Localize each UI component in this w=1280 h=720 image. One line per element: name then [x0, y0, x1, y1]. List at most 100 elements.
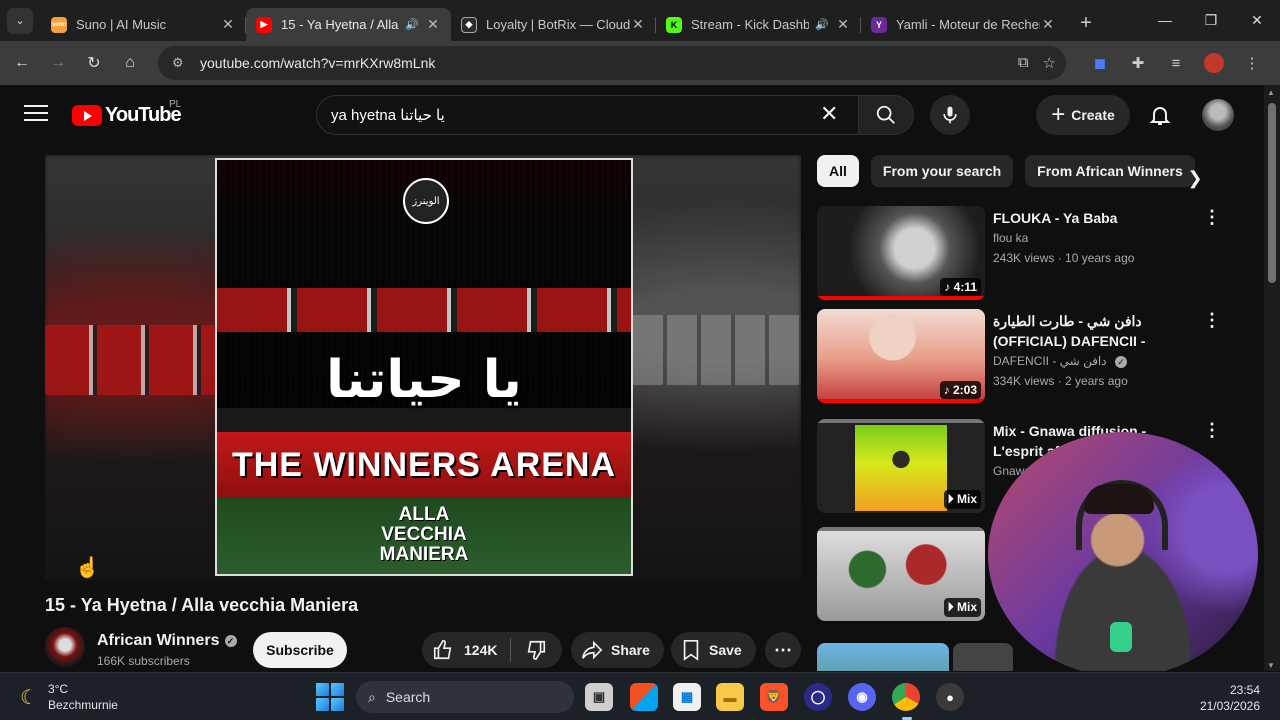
browser-tab-youtube[interactable]: ▶ 15 - Ya Hyetna / Alla vecchia 🔊 ✕ [246, 8, 451, 41]
close-tab-icon[interactable]: ✕ [835, 16, 851, 33]
chevron-right-icon[interactable]: ❯ [1180, 163, 1210, 193]
taskbar-search[interactable]: ⌕ Search [356, 681, 574, 713]
close-tab-icon[interactable]: ✕ [630, 16, 646, 33]
kebab-menu-icon[interactable]: ⋮ [1202, 208, 1222, 232]
minimize-icon[interactable]: — [1142, 0, 1188, 40]
video-thumbnail[interactable]: ⏵ Mix [817, 527, 985, 621]
chip-from-your-search[interactable]: From your search [870, 155, 1014, 187]
recommendation-item[interactable]: ♪ 2:03 دافن شي - طارت الطيارة (OFFICIAL)… [817, 309, 1237, 403]
profile-icon[interactable] [1198, 47, 1230, 79]
speaker-icon[interactable]: 🔊 [815, 18, 829, 31]
kebab-menu-icon[interactable]: ⋮ [1202, 311, 1222, 335]
kebab-menu-icon[interactable]: ⋮ [1202, 421, 1222, 445]
moon-icon: ☾ [20, 686, 38, 709]
shield-extension-icon[interactable]: ◼ [1084, 47, 1116, 79]
menu-kebab-icon[interactable]: ⋮ [1236, 47, 1268, 79]
video-thumbnail[interactable]: ♪ 4:11 [817, 206, 985, 300]
weather-widget[interactable]: ☾ 3°C Bezchmurnie [20, 681, 118, 713]
more-actions-button[interactable]: ⋯ [765, 632, 801, 668]
browser-tab-botrix[interactable]: ◆ Loyalty | BotRix — Cloud ✕ [451, 8, 656, 41]
channel-name-link[interactable]: African Winners ✓ [97, 632, 237, 650]
extensions-puzzle-icon[interactable]: ✚ [1122, 47, 1154, 79]
chrome-icon[interactable] [892, 683, 920, 711]
browser-tab-yamli[interactable]: Y Yamli - Moteur de Recherche ✕ [861, 8, 1066, 41]
close-tab-icon[interactable]: ✕ [220, 16, 236, 33]
channel-avatar[interactable] [45, 627, 85, 667]
discord-icon[interactable]: ◉ [848, 683, 876, 711]
back-icon[interactable]: ← [4, 45, 40, 81]
youtube-logo[interactable]: YouTube PL [72, 99, 182, 127]
file-explorer-icon[interactable]: ▬ [716, 683, 744, 711]
recommendation-item[interactable]: ♪ 4:11 FLOUKA - Ya Baba flou ka 243K vie… [817, 206, 1237, 300]
tab-search-button[interactable]: ⌄ [7, 7, 33, 34]
reload-icon[interactable]: ↻ [76, 45, 112, 81]
microphone-icon [943, 106, 957, 124]
tab-title: Suno | AI Music [76, 17, 167, 32]
recommendation-title[interactable]: دافن شي - طارت الطيارة (OFFICIAL) DAFENC… [993, 311, 1193, 351]
video-thumbnail[interactable]: ♪ 2:03 [817, 309, 985, 403]
address-bar[interactable]: ⚙ youtube.com/watch?v=mrKXrw8mLnk ⧉ ☆ [158, 46, 1066, 80]
hamburger-menu-icon[interactable] [24, 105, 48, 123]
video-thumbnail[interactable] [953, 643, 1013, 671]
chip-all[interactable]: All [817, 155, 859, 187]
browser-tab-kick[interactable]: K Stream - Kick Dashboard 🔊 ✕ [656, 8, 861, 41]
microsoft-store-icon[interactable] [630, 683, 658, 711]
share-button[interactable]: Share [571, 632, 664, 668]
voice-search-button[interactable] [930, 95, 970, 135]
app-circle-icon[interactable]: ◯ [804, 683, 832, 711]
verified-badge-icon: ✓ [1114, 355, 1127, 368]
scrollbar-thumb[interactable] [1268, 103, 1276, 283]
search-query: ya hyetna يا حياتنا [331, 107, 445, 124]
microphone-shape [1110, 622, 1132, 652]
recommendation-title[interactable]: FLOUKA - Ya Baba [993, 208, 1193, 228]
taskbar-search-label: Search [385, 689, 431, 705]
speaker-icon[interactable]: 🔊 [405, 18, 419, 31]
close-window-icon[interactable]: ✕ [1234, 0, 1280, 40]
windows-start-icon[interactable] [316, 683, 344, 711]
bookmark-star-icon[interactable]: ☆ [1043, 54, 1056, 72]
dislike-button[interactable] [511, 632, 561, 668]
notifications-bell-icon[interactable] [1148, 103, 1172, 127]
recommendation-channel[interactable]: DAFENCII - دافن شي ✓ [993, 352, 1127, 370]
brave-browser-icon[interactable]: 🦁 [760, 683, 788, 711]
clear-search-icon[interactable]: ✕ [820, 103, 838, 125]
scroll-down-icon[interactable]: ▼ [1267, 661, 1275, 670]
yamli-favicon-icon: Y [871, 16, 887, 33]
task-view-icon[interactable]: ▣ [585, 683, 613, 711]
video-thumbnail[interactable]: ⏵ Mix [817, 419, 985, 513]
media-controls-icon[interactable]: ≡ [1160, 47, 1192, 79]
like-button[interactable]: 124K [422, 632, 510, 668]
calendar-app-icon[interactable]: ▦ [673, 683, 701, 711]
scroll-up-icon[interactable]: ▲ [1267, 88, 1275, 97]
save-button[interactable]: Save [671, 632, 756, 668]
subscribe-button[interactable]: Subscribe [253, 632, 347, 668]
recommendation-channel[interactable]: flou ka [993, 229, 1028, 247]
system-clock[interactable]: 23:54 21/03/2026 [1200, 682, 1260, 714]
create-button[interactable]: + Create [1036, 95, 1130, 135]
video-title: 15 - Ya Hyetna / Alla vecchia Maniera [45, 595, 359, 615]
close-tab-icon[interactable]: ✕ [425, 16, 441, 33]
video-poster-image: الوينرز يا حياتنا THE WINNERS ARENA ALLA… [215, 158, 633, 576]
account-avatar[interactable] [1202, 99, 1234, 131]
duration-badge: ♪ 2:03 [939, 381, 981, 399]
like-count: 124K [464, 642, 498, 658]
obs-studio-icon[interactable]: ● [936, 683, 964, 711]
page-scrollbar[interactable]: ▲ ▼ [1264, 85, 1280, 671]
suno-favicon-icon: suno [51, 16, 67, 33]
save-label: Save [709, 642, 742, 658]
forward-icon[interactable]: → [40, 45, 76, 81]
video-player[interactable]: الوينرز يا حياتنا THE WINNERS ARENA ALLA… [45, 155, 801, 580]
chip-from-channel[interactable]: From African Winners [1025, 155, 1195, 187]
browser-tab-suno[interactable]: suno Suno | AI Music ✕ [41, 8, 246, 41]
chevron-down-icon: ⌄ [15, 15, 25, 27]
new-tab-button[interactable]: + [1072, 10, 1100, 38]
search-button[interactable] [858, 95, 914, 135]
maximize-icon[interactable]: ❐ [1188, 0, 1234, 40]
browser-tab-strip: ⌄ suno Suno | AI Music ✕ ▶ 15 - Ya Hyetn… [0, 0, 1280, 41]
close-tab-icon[interactable]: ✕ [1040, 16, 1056, 33]
video-thumbnail[interactable] [817, 643, 949, 671]
home-icon[interactable]: ⌂ [112, 45, 148, 81]
search-input[interactable]: ya hyetna يا حياتنا [316, 95, 859, 135]
site-info-icon[interactable]: ⚙ [172, 55, 190, 71]
install-app-icon[interactable]: ⧉ [1018, 54, 1029, 72]
